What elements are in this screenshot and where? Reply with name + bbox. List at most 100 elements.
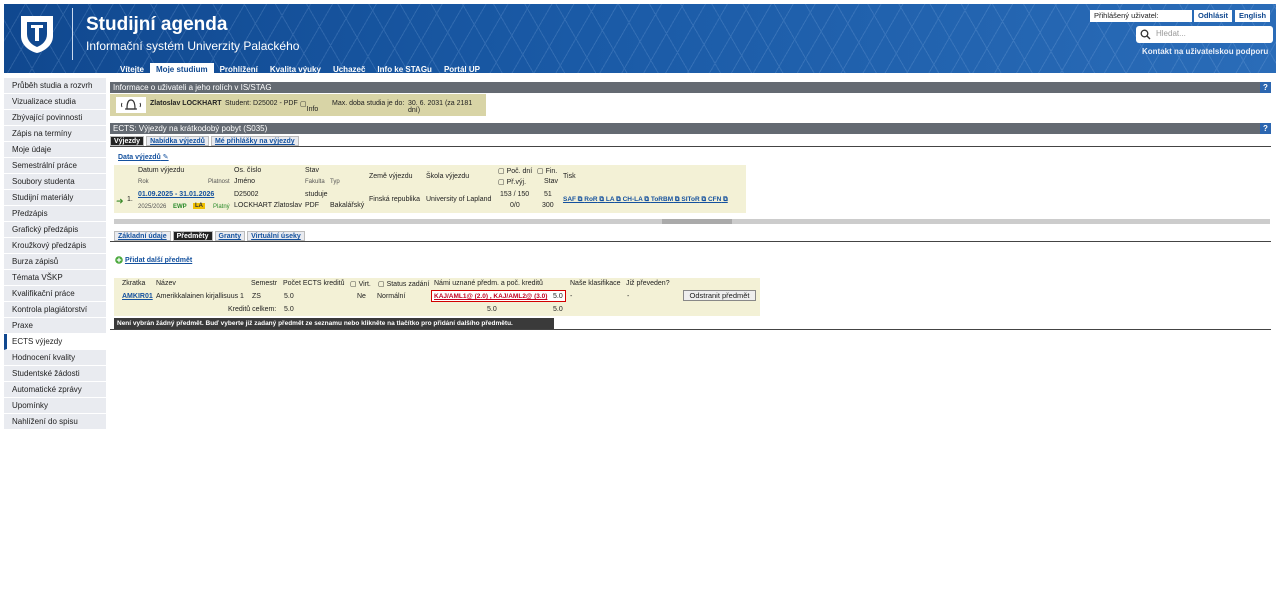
- row-fin: 51: [544, 191, 552, 198]
- col-platnost: Platnost: [208, 179, 230, 185]
- menu-item-prohlizeni[interactable]: Prohlížení: [214, 63, 264, 73]
- menu-item-moje-studium[interactable]: Moje studium: [150, 63, 214, 73]
- row-uznane-links[interactable]: KAJ/AML1@ (2.0) , KAJ/AML2@ (3.0): [434, 293, 547, 300]
- sidebar-item[interactable]: Automatické zprávy: [4, 382, 106, 398]
- tab-zakladni-udaje[interactable]: Základní údaje: [114, 231, 171, 241]
- add-subject-link[interactable]: Přidat další předmět: [115, 256, 192, 264]
- tab-prihlasky[interactable]: Mé přihlášky na výjezdy: [210, 136, 299, 146]
- tisk-ror[interactable]: RoR: [584, 196, 597, 203]
- row-poc-dni: 153 / 150: [500, 191, 530, 198]
- sidebar-item[interactable]: Zápis na termíny: [4, 126, 106, 142]
- sidebar-item[interactable]: Kroužkový předzápis: [4, 238, 106, 254]
- pcol-virt: ▢ Virt.: [350, 281, 371, 288]
- sidebar-item[interactable]: Kvalifikační práce: [4, 286, 106, 302]
- sidebar-item[interactable]: Burza zápisů: [4, 254, 106, 270]
- row-pr-vyj: 0/0: [510, 202, 520, 209]
- tab-granty[interactable]: Granty: [214, 231, 246, 241]
- row-os-cislo: D25002: [234, 191, 259, 198]
- row-jmeno: LOCKHART Zlatoslav: [234, 202, 302, 209]
- ects-panel-bar: ECTS: Výjezdy na krátkodobý pobyt (S035)…: [110, 123, 1271, 134]
- tisk-torbm[interactable]: ToRBM: [651, 196, 673, 203]
- tab-nabidka[interactable]: Nabídka výjezdů: [146, 136, 209, 146]
- remove-subject-button[interactable]: Odstranit předmět: [683, 290, 756, 301]
- row-uznane-kredity: 5.0: [553, 293, 563, 300]
- total-sum: 5.0: [553, 306, 563, 313]
- sidebar-item[interactable]: Témata VŠKP: [4, 270, 106, 286]
- tab-virtualni-useky[interactable]: Virtuální úseky: [247, 231, 305, 241]
- help-icon[interactable]: ?: [1260, 82, 1271, 93]
- student-id: Student: D25002 - PDF: [225, 100, 298, 107]
- row-stav2: 300: [542, 202, 554, 209]
- col-poc-dni: ▢ Poč. dní: [498, 168, 533, 175]
- sidebar-item[interactable]: Vizualizace studia: [4, 94, 106, 110]
- tisk-saf[interactable]: SAF: [563, 196, 576, 203]
- tisk-la[interactable]: LA: [606, 196, 614, 203]
- row-arrow-icon: ➜: [116, 196, 124, 206]
- sidebar-item[interactable]: Soubory studenta: [4, 174, 106, 190]
- sidebar-item[interactable]: Grafický předzápis: [4, 222, 106, 238]
- tisk-sitor[interactable]: SIToR: [681, 196, 699, 203]
- add-icon: [115, 256, 123, 264]
- row-ewp-badge: EWP: [173, 204, 187, 210]
- sidebar-item[interactable]: Moje údaje: [4, 142, 106, 158]
- row-klasifikace: -: [570, 293, 573, 300]
- row-zkratka-link[interactable]: AMKIR01: [122, 293, 153, 300]
- sidebar-item[interactable]: Průběh studia a rozvrh: [4, 78, 106, 94]
- menu-item-vitejte[interactable]: Vítejte: [114, 63, 150, 73]
- tisk-ch-la[interactable]: CH-LA: [623, 196, 643, 203]
- scrollbar-thumb[interactable]: [662, 219, 732, 224]
- tisk-links[interactable]: SAF ⧉ RoR ⧉ LA ⧉ CH-LA ⧉ ToRBM ⧉ SIToR ⧉…: [563, 196, 728, 204]
- support-link[interactable]: Kontakt na uživatelskou podporu: [1142, 47, 1268, 56]
- search-placeholder: Hledat...: [1156, 29, 1186, 38]
- info-link[interactable]: ▢ Info: [300, 100, 318, 113]
- sidebar-item[interactable]: Předzápis: [4, 206, 106, 222]
- search-input[interactable]: Hledat...: [1136, 26, 1273, 43]
- tisk-cfn[interactable]: CFN: [708, 196, 721, 203]
- menu-item-kvalita-vyuky[interactable]: Kvalita výuky: [264, 63, 327, 73]
- row-virt: Ne: [357, 293, 366, 300]
- sidebar: Průběh studia a rozvrh Vizualizace studi…: [4, 78, 106, 430]
- menu-item-uchazec[interactable]: Uchazeč: [327, 63, 371, 73]
- col-fin: ▢ Fin.: [537, 168, 558, 175]
- row-rok: 2025/2026: [138, 204, 167, 210]
- sidebar-item[interactable]: Zbývající povinnosti: [4, 110, 106, 126]
- data-vyjezdu-link[interactable]: Data výjezdů ✎: [118, 153, 169, 161]
- tab-vyjezdy[interactable]: Výjezdy: [110, 136, 145, 146]
- row-skola: University of Lapland: [426, 196, 492, 203]
- bottom-divider: [110, 329, 1271, 330]
- col-jmeno: Jméno: [234, 178, 256, 185]
- header-divider: [72, 8, 73, 60]
- pcol-semestr: Semestr: [251, 280, 278, 287]
- logged-user-label: Přihlášený uživatel:: [1090, 10, 1192, 22]
- sidebar-item[interactable]: Studentské žádosti: [4, 366, 106, 382]
- sidebar-item[interactable]: Kontrola plagiátorství: [4, 302, 106, 318]
- total-label: Kreditů celkem:: [228, 306, 277, 313]
- help-icon[interactable]: ?: [1260, 123, 1271, 134]
- row-preveden: -: [627, 293, 630, 300]
- sidebar-item[interactable]: Upomínky: [4, 398, 106, 414]
- user-role-icon: [116, 97, 146, 113]
- row-la-badge: LA: [193, 203, 205, 209]
- menu-item-info-stag[interactable]: Info ke STAGu: [371, 63, 438, 73]
- row-datum-link[interactable]: 01.09.2025 - 31.01.2026: [138, 191, 214, 198]
- subtab-divider: [110, 241, 1271, 242]
- user-info-box: Zlatoslav LOCKHART Student: D25002 - PDF…: [110, 94, 486, 116]
- sidebar-item[interactable]: Praxe: [4, 318, 106, 334]
- sidebar-item-selected[interactable]: ECTS výjezdy: [4, 334, 106, 350]
- logout-button[interactable]: Odhlásit: [1194, 10, 1233, 22]
- sidebar-item[interactable]: Studijní materiály: [4, 190, 106, 206]
- tab-divider: [110, 146, 1271, 147]
- sidebar-item[interactable]: Nahlížení do spisu: [4, 414, 106, 430]
- sidebar-item[interactable]: Hodnocení kvality: [4, 350, 106, 366]
- row-zeme: Finská republika: [369, 196, 420, 203]
- pcol-preveden: Již převeden?: [626, 280, 670, 287]
- max-study-value: 30. 6. 2031 (za 2181 dní): [408, 100, 473, 114]
- horizontal-scrollbar[interactable]: [114, 219, 1270, 224]
- menu-item-portal-up[interactable]: Portál UP: [438, 63, 486, 73]
- language-button[interactable]: English: [1235, 10, 1271, 22]
- ects-tabs: Výjezdy Nabídka výjezdů Mé přihlášky na …: [110, 136, 301, 146]
- pcol-uznane: Námi uznané předm. a poč. kreditů: [434, 280, 543, 287]
- tab-predmety[interactable]: Předměty: [172, 231, 213, 241]
- sidebar-item[interactable]: Semestrální práce: [4, 158, 106, 174]
- pcol-ects: Počet ECTS kreditů: [283, 280, 345, 287]
